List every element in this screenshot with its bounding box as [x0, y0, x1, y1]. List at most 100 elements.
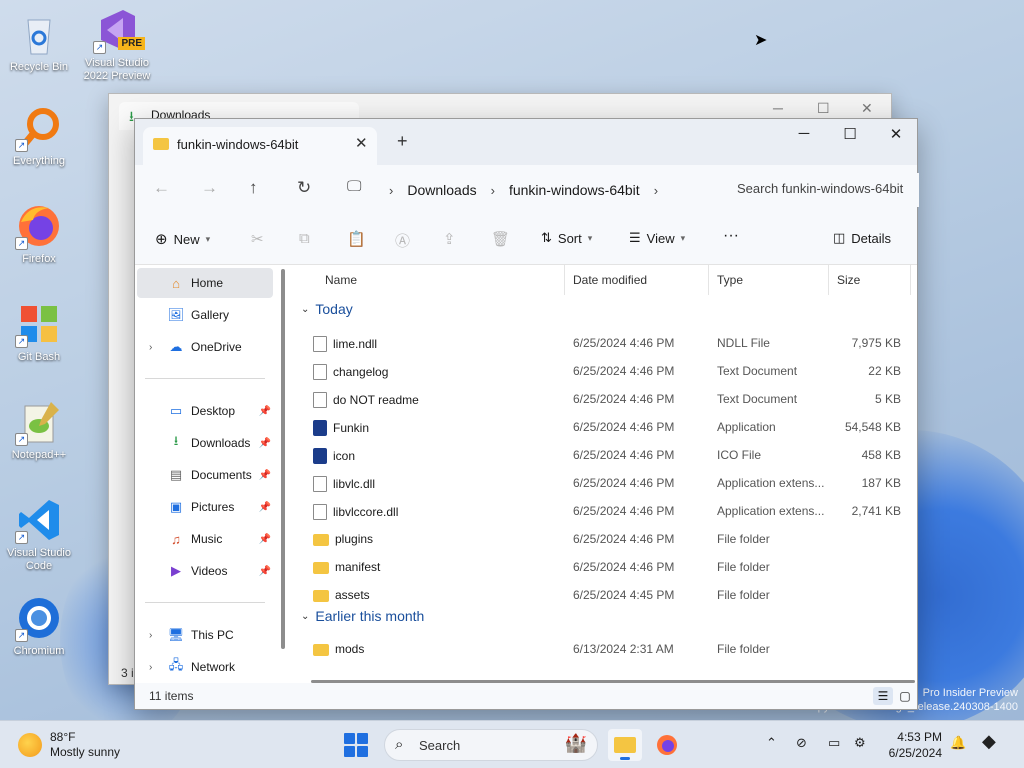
language-icon[interactable]: ⚙ — [854, 735, 866, 751]
pin-icon[interactable]: 📌 — [259, 534, 271, 545]
chevron-right-icon[interactable]: › — [149, 342, 152, 353]
desktop-icon-visual-studio[interactable]: PRE ↗ Visual Studio 2022 Preview — [78, 6, 156, 83]
table-row[interactable]: changelog 6/25/2024 4:46 PM Text Document 2… — [291, 357, 917, 385]
chevron-right-icon[interactable]: › — [491, 183, 495, 198]
new-button[interactable]: ⊕ New ▾ — [155, 230, 210, 248]
tab-funkin[interactable]: funkin-windows-64bit ✕ — [143, 127, 377, 165]
table-row[interactable]: libvlc.dll 6/25/2024 4:46 PM Application e… — [291, 469, 917, 497]
column-header-type[interactable]: Type — [709, 265, 829, 295]
pin-icon[interactable]: 📌 — [259, 438, 271, 449]
tiles-view-button[interactable]: ▢ — [895, 687, 915, 705]
sort-icon: ⇅ — [541, 230, 552, 245]
desktop-icon-chromium[interactable]: ↗ Chromium — [0, 594, 78, 658]
details-pane-button[interactable]: ◫ Details — [833, 230, 891, 246]
back-arrow-icon[interactable]: ← — [153, 178, 170, 198]
explorer-window[interactable]: funkin-windows-64bit ✕ + ─ ☐ ✕ ← → ↑ ↻ 🖵… — [134, 118, 919, 710]
desktop-icon-notepad-plus-plus[interactable]: ↗ Notepad++ — [0, 398, 78, 462]
up-arrow-icon[interactable]: ↑ — [249, 178, 258, 198]
rename-icon[interactable]: Ⓐ — [395, 230, 410, 251]
close-button[interactable]: ✕ — [881, 125, 911, 143]
table-row[interactable]: mods 6/13/2024 2:31 AM File folder — [291, 635, 917, 663]
details-view-button[interactable]: ☰ — [873, 687, 893, 705]
group-header-today[interactable]: ⌄ Today — [301, 301, 353, 317]
taskbar-file-explorer[interactable] — [608, 729, 642, 761]
copilot-icon[interactable]: ◆ — [982, 731, 996, 752]
more-options-button[interactable]: ··· — [723, 227, 739, 245]
chevron-down-icon: ⌄ — [301, 303, 310, 315]
chevron-right-icon[interactable]: › — [389, 183, 393, 198]
copy-icon[interactable]: ⧉ — [299, 230, 310, 247]
notification-bell-icon[interactable]: 🔔 — [950, 735, 966, 751]
nav-videos[interactable]: ▶ Videos 📌 — [137, 556, 273, 586]
minimize-button[interactable]: ─ — [789, 125, 819, 142]
nav-scrollbar[interactable] — [281, 269, 285, 649]
column-header-name[interactable]: Name — [317, 265, 565, 295]
view-button[interactable]: ☰ View ▾ — [629, 230, 685, 246]
start-button[interactable] — [344, 733, 368, 757]
desktop-icon-vscode[interactable]: ↗ Visual Studio Code — [0, 496, 78, 573]
pin-icon[interactable]: 📌 — [259, 566, 271, 577]
cut-icon[interactable]: ✂ — [251, 230, 264, 248]
divider — [145, 378, 265, 379]
table-row[interactable]: Funkin 6/25/2024 4:46 PM Application 54,548… — [291, 413, 917, 441]
column-header-size[interactable]: Size — [829, 265, 911, 295]
table-row[interactable]: libvlccore.dll 6/25/2024 4:46 PM Applicati… — [291, 497, 917, 525]
nav-home[interactable]: ⌂ Home — [137, 268, 273, 298]
refresh-icon[interactable]: ↻ — [297, 178, 311, 198]
nav-music[interactable]: ♫ Music 📌 — [137, 524, 273, 554]
maximize-button[interactable]: ☐ — [835, 125, 865, 143]
network-offline-icon[interactable]: ⊘ — [796, 735, 807, 751]
desktop-icon-git-bash[interactable]: ↗ Git Bash — [0, 300, 78, 364]
forward-arrow-icon[interactable]: → — [201, 178, 218, 198]
nav-downloads[interactable]: ⭳ Downloads 📌 — [137, 428, 273, 458]
taskbar-firefox[interactable] — [650, 729, 684, 761]
sort-button[interactable]: ⇅ Sort ▾ — [541, 230, 592, 246]
nav-this-pc[interactable]: › 🖥 This PC — [137, 620, 273, 650]
table-row[interactable]: lime.ndll 6/25/2024 4:46 PM NDLL File 7,975… — [291, 329, 917, 357]
chevron-up-icon[interactable]: ⌃ — [766, 735, 777, 751]
paste-icon[interactable]: 📋 — [347, 230, 366, 248]
chevron-right-icon[interactable]: › — [149, 630, 152, 641]
desktop-icon-recycle-bin[interactable]: Recycle Bin — [0, 10, 78, 74]
tab-close-button[interactable]: ✕ — [355, 134, 368, 152]
pin-icon[interactable]: 📌 — [259, 502, 271, 513]
table-row[interactable]: do NOT readme 6/25/2024 4:46 PM Text Docum… — [291, 385, 917, 413]
chevron-right-icon[interactable]: › — [654, 183, 658, 198]
file-name: assets — [313, 588, 370, 602]
chevron-right-icon[interactable]: › — [149, 662, 152, 673]
shortcut-arrow-icon: ↗ — [15, 139, 28, 152]
back-close-button[interactable]: ✕ — [861, 100, 873, 117]
nav-gallery[interactable]: 🖼 Gallery — [137, 300, 273, 330]
weather-widget[interactable]: 88°F Mostly sunny — [18, 730, 120, 760]
table-row[interactable]: icon 6/25/2024 4:46 PM ICO File 458 KB — [291, 441, 917, 469]
pin-icon[interactable]: 📌 — [259, 470, 271, 481]
breadcrumb-downloads[interactable]: Downloads — [407, 182, 476, 198]
table-row[interactable]: manifest 6/25/2024 4:46 PM File folder — [291, 553, 917, 581]
clock-date: 6/25/2024 — [888, 746, 942, 760]
table-row[interactable]: assets 6/25/2024 4:45 PM File folder — [291, 581, 917, 609]
table-row[interactable]: plugins 6/25/2024 4:46 PM File folder — [291, 525, 917, 553]
nav-pictures[interactable]: ▣ Pictures 📌 — [137, 492, 273, 522]
nav-network[interactable]: › 🖧 Network — [137, 652, 273, 682]
clock[interactable]: 4:53 PM 6/25/2024 — [882, 729, 942, 761]
share-icon[interactable]: ⇪ — [443, 230, 456, 248]
taskbar-search-label: Search — [419, 738, 461, 753]
nav-onedrive[interactable]: › ☁ OneDrive — [137, 332, 273, 362]
monitor-icon[interactable]: 🖵 — [347, 178, 361, 195]
breadcrumb-funkin[interactable]: funkin-windows-64bit — [509, 182, 640, 198]
display-icon[interactable]: ▭ — [828, 735, 840, 751]
nav-documents[interactable]: ▤ Documents 📌 — [137, 460, 273, 490]
search-input[interactable]: Search funkin-windows-64bit — [717, 173, 919, 207]
desktop-icon-firefox[interactable]: ↗ Firefox — [0, 202, 78, 266]
nav-desktop[interactable]: ▭ Desktop 📌 — [137, 396, 273, 426]
new-tab-button[interactable]: + — [397, 131, 408, 152]
group-header-earlier[interactable]: ⌄ Earlier this month — [301, 608, 424, 624]
taskbar-search[interactable]: ⌕ Search 🏰 — [384, 729, 598, 761]
back-minimize-button[interactable]: ─ — [773, 100, 783, 116]
network-icon: 🖧 — [168, 657, 184, 672]
desktop-icon-everything[interactable]: ↗ Everything — [0, 104, 78, 168]
column-header-date[interactable]: Date modified — [565, 265, 709, 295]
pin-icon[interactable]: 📌 — [259, 406, 271, 417]
delete-icon[interactable]: 🗑 — [491, 230, 510, 248]
back-maximize-button[interactable]: ☐ — [817, 100, 830, 117]
